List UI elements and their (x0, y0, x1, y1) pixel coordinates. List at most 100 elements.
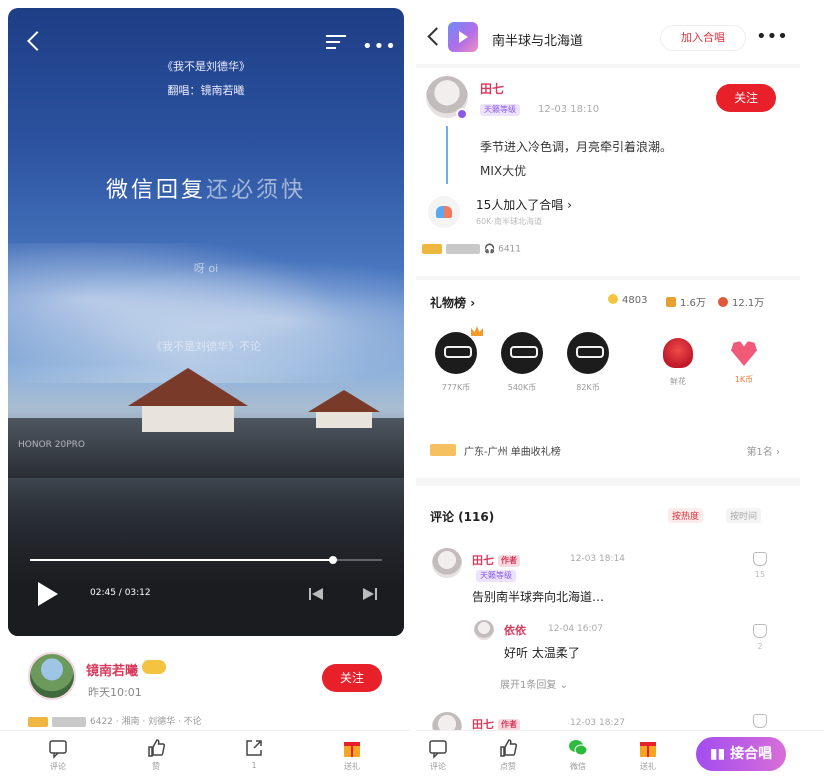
previous-icon[interactable] (308, 586, 324, 602)
follow-button[interactable]: 关注 (322, 664, 382, 692)
next-icon[interactable] (362, 586, 378, 602)
left-bottom-bar: 评论 赞 1 送礼 (0, 730, 410, 778)
play-icon[interactable] (38, 582, 58, 606)
comment-date: 12-03 18:27 (570, 718, 625, 728)
expand-replies-button[interactable]: 展开1条回复 ⌄ (500, 676, 568, 691)
verified-badge (456, 108, 468, 120)
like-icon[interactable] (753, 552, 767, 566)
like-icon[interactable] (753, 714, 767, 728)
thumbs-up-icon (148, 739, 166, 757)
sort-new-tab[interactable]: 按时间 (726, 508, 762, 523)
join-chorus-button[interactable]: ▮▮ 接合唱 (696, 737, 786, 771)
progress-bar[interactable] (30, 556, 382, 564)
join-chorus-button[interactable]: 加入合唱 (660, 25, 746, 51)
share-button[interactable]: 1 (234, 737, 274, 770)
song-singer: 翻唱：镜南若曦 (167, 84, 245, 97)
meta-row: 6422 · 湘南 · 刘德华 · 不论 (28, 714, 202, 727)
comment-button[interactable]: 评论 (418, 737, 458, 772)
right-bottom-bar: 评论 点赞 微信 送礼 ▮▮ 接合唱 (416, 730, 824, 778)
comment-text: 告别南半球奔向北海道… (472, 590, 605, 604)
avatar[interactable] (432, 712, 462, 730)
gift-rank-title[interactable]: 礼物榜 › (430, 294, 475, 311)
like-icon[interactable] (753, 624, 767, 638)
avatar (501, 332, 543, 374)
coin-stat: 4803 (608, 294, 647, 306)
follow-button[interactable]: 关注 (716, 84, 776, 112)
chorus-icon (428, 196, 460, 228)
post-description: 季节进入冷色调，月亮牵引着浪潮。 (480, 140, 673, 154)
reply-date: 12-04 16:07 (548, 624, 603, 634)
vip-badge (142, 660, 166, 674)
like-button[interactable]: 赞 (136, 737, 176, 772)
post-time: 昨天10:01 (88, 686, 142, 699)
commenter-name-text: 田七 (472, 718, 494, 730)
avatar[interactable] (432, 548, 462, 578)
gift-icon (344, 742, 360, 757)
commenter-name[interactable]: 田七 作者 (472, 716, 520, 730)
like-button[interactable]: 点赞 (488, 737, 528, 772)
chevron-right-icon: › (470, 296, 476, 310)
gift-rank-label: 礼物榜 (430, 296, 467, 310)
local-rank-row[interactable]: 广东-广州 单曲收礼榜 第1名 › (430, 440, 786, 460)
singer-name[interactable]: 镜南若曦 (86, 660, 138, 679)
coin-icon (608, 294, 618, 304)
gift-amount: 82K币 (576, 383, 600, 392)
current-lyric: 微信回复还必须快 (8, 172, 404, 204)
song-cover[interactable] (448, 22, 478, 52)
equalizer-icon: ▮▮ (709, 746, 731, 762)
gift-giver[interactable]: 82K币 (560, 332, 616, 393)
timeline-line (446, 126, 448, 184)
sort-hot-tab[interactable]: 按热度 (668, 508, 704, 523)
like-label: 点赞 (500, 762, 516, 771)
gift-label: 送礼 (344, 762, 360, 771)
commenter-name[interactable]: 田七 作者 (472, 552, 520, 568)
reply-name[interactable]: 依依 (504, 622, 526, 638)
screenshot-root: ••• 《我不是刘德华》 翻唱：镜南若曦 微信回复还必须快 呀 oi 《我不是刘… (0, 0, 824, 778)
chevron-down-icon: ⌄ (559, 680, 568, 691)
more-icon[interactable]: ••• (756, 26, 788, 47)
author-name[interactable]: 田七 (480, 80, 504, 97)
back-icon[interactable] (427, 27, 446, 46)
gift-amount: 777K币 (441, 383, 471, 392)
flower-count: 1.6万 (680, 298, 706, 309)
kbi-stat: 12.1万 (718, 294, 764, 309)
avatar[interactable] (474, 620, 494, 640)
gift-giver[interactable]: 540K币 (494, 332, 550, 393)
gift-button[interactable]: 送礼 (628, 737, 668, 772)
comment-icon (49, 740, 67, 759)
chorus-joined-link[interactable]: 15人加入了合唱 › (476, 196, 572, 213)
playlist-icon[interactable] (326, 34, 348, 52)
chevron-right-icon: › (567, 198, 572, 212)
level-tag (28, 716, 48, 727)
next-lyric-2: 《我不是刘德华》不论 (151, 340, 261, 353)
progress-knob[interactable] (328, 556, 337, 564)
rank-number: 第1名 (746, 447, 773, 458)
detail-header: 南半球与北海道 加入合唱 ••• (416, 8, 800, 64)
song-title: 《我不是刘德华》 (162, 60, 250, 73)
avatar[interactable] (28, 652, 76, 700)
next-lyric: 呀 oi (193, 262, 219, 275)
progress-fill (30, 559, 333, 561)
thumbs-up-icon (500, 739, 518, 757)
more-icon[interactable]: ••• (362, 36, 397, 57)
gift-flower[interactable]: 鲜花 (650, 332, 706, 387)
comment-label: 评论 (430, 762, 446, 771)
back-icon[interactable] (27, 31, 47, 51)
rank-tag (430, 444, 456, 456)
rank-text: 广东-广州 单曲收礼榜 (464, 447, 561, 458)
play-count: 6411 (498, 244, 521, 255)
gift-kbi[interactable]: 1K币 (716, 332, 772, 385)
gift-card: 礼物榜 › 4803 1.6万 12.1万 777K币 540K币 82K币 鲜… (416, 280, 800, 478)
author-pill: 作者 (498, 555, 520, 567)
headphone-icon: 🎧 (484, 244, 496, 255)
level-tag: 天籁等级 (480, 104, 520, 116)
chorus-label: 接合唱 (730, 746, 773, 762)
gift-giver[interactable]: 777K币 (428, 326, 484, 393)
gift-button[interactable]: 送礼 (332, 737, 372, 772)
rank-position: 第1名 › (746, 443, 780, 458)
comment-button[interactable]: 评论 (38, 737, 78, 772)
wechat-share-button[interactable]: 微信 (558, 737, 598, 772)
level-tag: 天籁等级 (476, 570, 516, 582)
like-count: 15 (754, 570, 766, 579)
wechat-icon (569, 740, 588, 756)
